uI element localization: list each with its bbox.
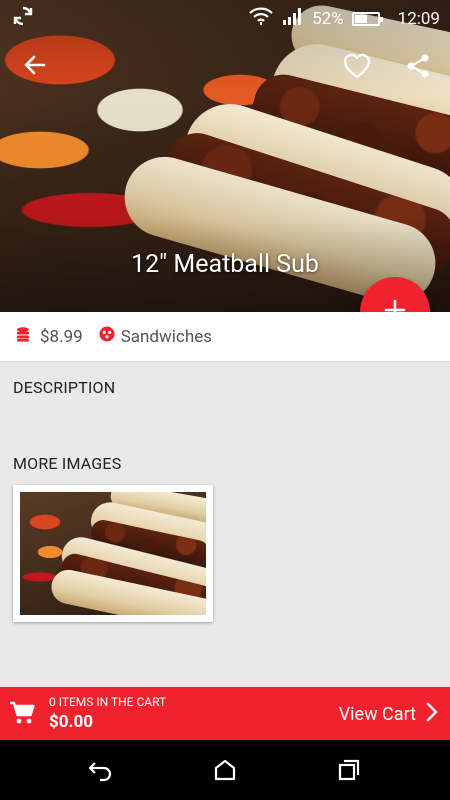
recents-nav-icon[interactable] xyxy=(337,758,361,786)
more-images-heading: MORE IMAGES xyxy=(13,454,122,473)
clock: 12:09 xyxy=(397,8,440,29)
battery-percent: 52% xyxy=(312,8,344,29)
toolbar xyxy=(0,44,450,88)
signal-icon xyxy=(282,7,304,30)
cart-item-count: 0 ITEMS IN THE CART xyxy=(49,695,167,709)
shopping-cart-icon xyxy=(8,700,36,730)
heart-outline-icon[interactable] xyxy=(342,52,372,84)
product-category: Sandwiches xyxy=(120,326,212,347)
wifi-icon xyxy=(248,6,274,31)
gallery-thumbnail[interactable] xyxy=(13,485,213,622)
home-nav-icon[interactable] xyxy=(213,758,237,786)
arrow-left-icon[interactable] xyxy=(22,52,48,82)
sync-icon xyxy=(10,5,36,32)
chevron-right-icon xyxy=(426,702,438,727)
coins-icon xyxy=(14,326,32,347)
cart-total: $0.00 xyxy=(49,712,93,732)
category-icon xyxy=(99,326,115,347)
cart-bar[interactable]: 0 ITEMS IN THE CART $0.00 View Cart xyxy=(0,687,450,740)
price-block: $8.99 xyxy=(14,326,83,347)
category-block: Sandwiches xyxy=(99,326,212,347)
status-bar: 52% 12:09 xyxy=(0,0,450,32)
gallery-thumbnail-image xyxy=(20,492,206,615)
product-price: $8.99 xyxy=(40,326,83,347)
system-nav-bar xyxy=(0,740,450,800)
product-meta-row: $8.99 Sandwiches xyxy=(0,312,450,362)
description-heading: DESCRIPTION xyxy=(13,378,116,397)
view-cart-button[interactable]: View Cart xyxy=(339,702,438,727)
product-title: 12" Meatball Sub xyxy=(131,250,319,279)
back-nav-icon[interactable] xyxy=(87,758,113,786)
view-cart-label: View Cart xyxy=(338,704,416,725)
battery-icon xyxy=(351,11,383,26)
share-icon[interactable] xyxy=(404,52,432,84)
